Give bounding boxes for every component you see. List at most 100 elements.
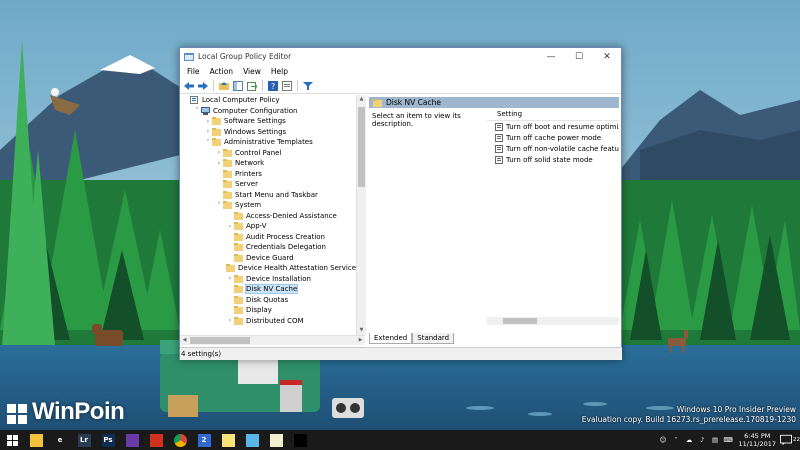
chrome-taskbar-button[interactable] (170, 430, 190, 450)
clock[interactable]: 6:45 PM 11/11/2017 (739, 432, 776, 448)
group-policy-window[interactable]: Local Group Policy Editor — ☐ ✕ File Act… (179, 47, 622, 360)
tree-item[interactable]: › Distributed COM (180, 316, 356, 327)
tree-item[interactable]: › Windows Settings (180, 127, 356, 138)
menu-help[interactable]: Help (266, 67, 293, 76)
tree-item[interactable]: Server (180, 179, 356, 190)
volume-icon[interactable]: ♪ (697, 430, 708, 450)
details-scroll-thumb[interactable] (503, 318, 537, 324)
tree-item[interactable]: › Device Installation (180, 274, 356, 285)
onedrive-icon[interactable]: ☁ (684, 430, 695, 450)
scroll-down-arrow-icon[interactable]: ▼ (357, 326, 366, 335)
minimize-button[interactable]: — (537, 48, 565, 65)
expand-chevron-icon[interactable]: › (215, 160, 223, 167)
tree-scroll-thumb[interactable] (358, 107, 365, 187)
close-button[interactable]: ✕ (593, 48, 621, 65)
details-header: Disk NV Cache (369, 97, 619, 108)
visual-studio-taskbar-button[interactable] (122, 430, 142, 450)
tree-vertical-scrollbar[interactable]: ▲ ▼ (356, 95, 366, 335)
tree-item[interactable]: Disk Quotas (180, 295, 356, 306)
keyboard-icon[interactable]: ⌨ (723, 430, 734, 450)
app-taskbar-button[interactable] (242, 430, 262, 450)
tree-item[interactable]: Disk NV Cache (180, 284, 356, 295)
tree-item[interactable]: › Network (180, 158, 356, 169)
up-folder-button[interactable] (218, 80, 230, 92)
tree-item[interactable]: › App-V (180, 221, 356, 232)
tree-item[interactable]: Start Menu and Taskbar (180, 190, 356, 201)
notepad-taskbar-button[interactable] (266, 430, 286, 450)
record-taskbar-button[interactable] (146, 430, 166, 450)
expand-chevron-icon[interactable]: › (204, 128, 212, 135)
scroll-left-arrow-icon[interactable]: ◀ (180, 336, 189, 345)
tab-standard[interactable]: Standard (412, 333, 455, 344)
properties-icon (282, 80, 292, 91)
setting-column-header[interactable]: Setting (487, 108, 619, 121)
collapse-chevron-icon[interactable]: ˅ (204, 139, 212, 146)
windows-start-taskbar-button[interactable] (2, 430, 22, 450)
tree-item[interactable]: ˅ Computer Configuration (180, 106, 356, 117)
tree-item[interactable]: ˅ System (180, 200, 356, 211)
expand-chevron-icon[interactable]: › (226, 317, 234, 324)
view-tabs: Extended Standard (369, 333, 455, 344)
forward-button[interactable] (197, 80, 209, 92)
folder-icon (234, 285, 243, 294)
properties-button[interactable] (281, 80, 293, 92)
tree-item[interactable]: Device Health Attestation Service (180, 263, 356, 274)
menu-view[interactable]: View (238, 67, 266, 76)
console-tree[interactable]: Local Computer Policy ˅ Computer Configura… (180, 95, 357, 335)
people-icon[interactable]: ☺ (658, 430, 669, 450)
maximize-button[interactable]: ☐ (565, 48, 593, 65)
show-hidden-icons-chevron-icon[interactable]: ˄ (671, 430, 682, 450)
details-header-title: Disk NV Cache (386, 98, 441, 107)
expand-chevron-icon[interactable]: › (226, 275, 234, 282)
menu-action[interactable]: Action (205, 67, 239, 76)
setting-item[interactable]: Turn off boot and resume optimizations (487, 121, 619, 132)
tree-hscroll-thumb[interactable] (190, 337, 250, 344)
expand-chevron-icon[interactable]: › (226, 223, 234, 230)
tree-item-label: Credentials Delegation (246, 243, 326, 252)
messenger-taskbar-button[interactable]: 2 (194, 430, 214, 450)
collapse-chevron-icon[interactable]: ˅ (215, 202, 223, 209)
tree-item-label: Computer Configuration (213, 106, 298, 115)
edge-taskbar-button[interactable]: e (50, 430, 70, 450)
tree-item[interactable]: › Software Settings (180, 116, 356, 127)
tab-extended[interactable]: Extended (369, 333, 413, 344)
action-center-button[interactable]: 22 (780, 430, 800, 450)
menu-file[interactable]: File (182, 67, 205, 76)
notes-taskbar-button[interactable] (218, 430, 238, 450)
expand-chevron-icon[interactable]: › (215, 149, 223, 156)
toolbar-separator (262, 80, 263, 91)
notification-count: 22 (793, 437, 800, 443)
tree-item[interactable]: › Control Panel (180, 148, 356, 159)
expand-chevron-icon[interactable]: › (204, 118, 212, 125)
file-explorer-taskbar-button[interactable] (26, 430, 46, 450)
tree-item[interactable]: Access-Denied Assistance (180, 211, 356, 222)
setting-item[interactable]: Turn off cache power mode (487, 132, 619, 143)
lightroom-taskbar-button[interactable]: Lr (74, 430, 94, 450)
network-icon[interactable]: ▤ (710, 430, 721, 450)
folder-icon (234, 316, 243, 325)
scroll-up-arrow-icon[interactable]: ▲ (357, 95, 366, 104)
photoshop-taskbar-button[interactable]: Ps (98, 430, 118, 450)
show-hide-tree-button[interactable] (232, 80, 244, 92)
tree-item[interactable]: ˅ Administrative Templates (180, 137, 356, 148)
tree-item[interactable]: Local Computer Policy (180, 95, 356, 106)
setting-item[interactable]: Turn off non-volatile cache feature (487, 143, 619, 154)
setting-item[interactable]: Turn off solid state mode (487, 154, 619, 165)
tree-item[interactable]: Printers (180, 169, 356, 180)
back-button[interactable] (183, 80, 195, 92)
tree-item[interactable]: Audit Process Creation (180, 232, 356, 243)
scroll-right-arrow-icon[interactable]: ▶ (356, 336, 365, 345)
export-list-button[interactable] (246, 80, 258, 92)
clock-time: 6:45 PM (744, 432, 771, 440)
details-horizontal-scrollbar[interactable] (487, 317, 619, 325)
tree-item-label: Server (235, 180, 258, 189)
collapse-chevron-icon[interactable]: ˅ (193, 107, 201, 114)
help-button[interactable]: ? (267, 80, 279, 92)
filter-button[interactable] (302, 80, 314, 92)
title-bar[interactable]: Local Group Policy Editor — ☐ ✕ (180, 48, 621, 65)
tree-item[interactable]: Device Guard (180, 253, 356, 264)
cmd-taskbar-button[interactable] (290, 430, 310, 450)
tree-item[interactable]: Display (180, 305, 356, 316)
tree-horizontal-scrollbar[interactable]: ◀ ▶ (180, 335, 365, 345)
tree-item[interactable]: Credentials Delegation (180, 242, 356, 253)
